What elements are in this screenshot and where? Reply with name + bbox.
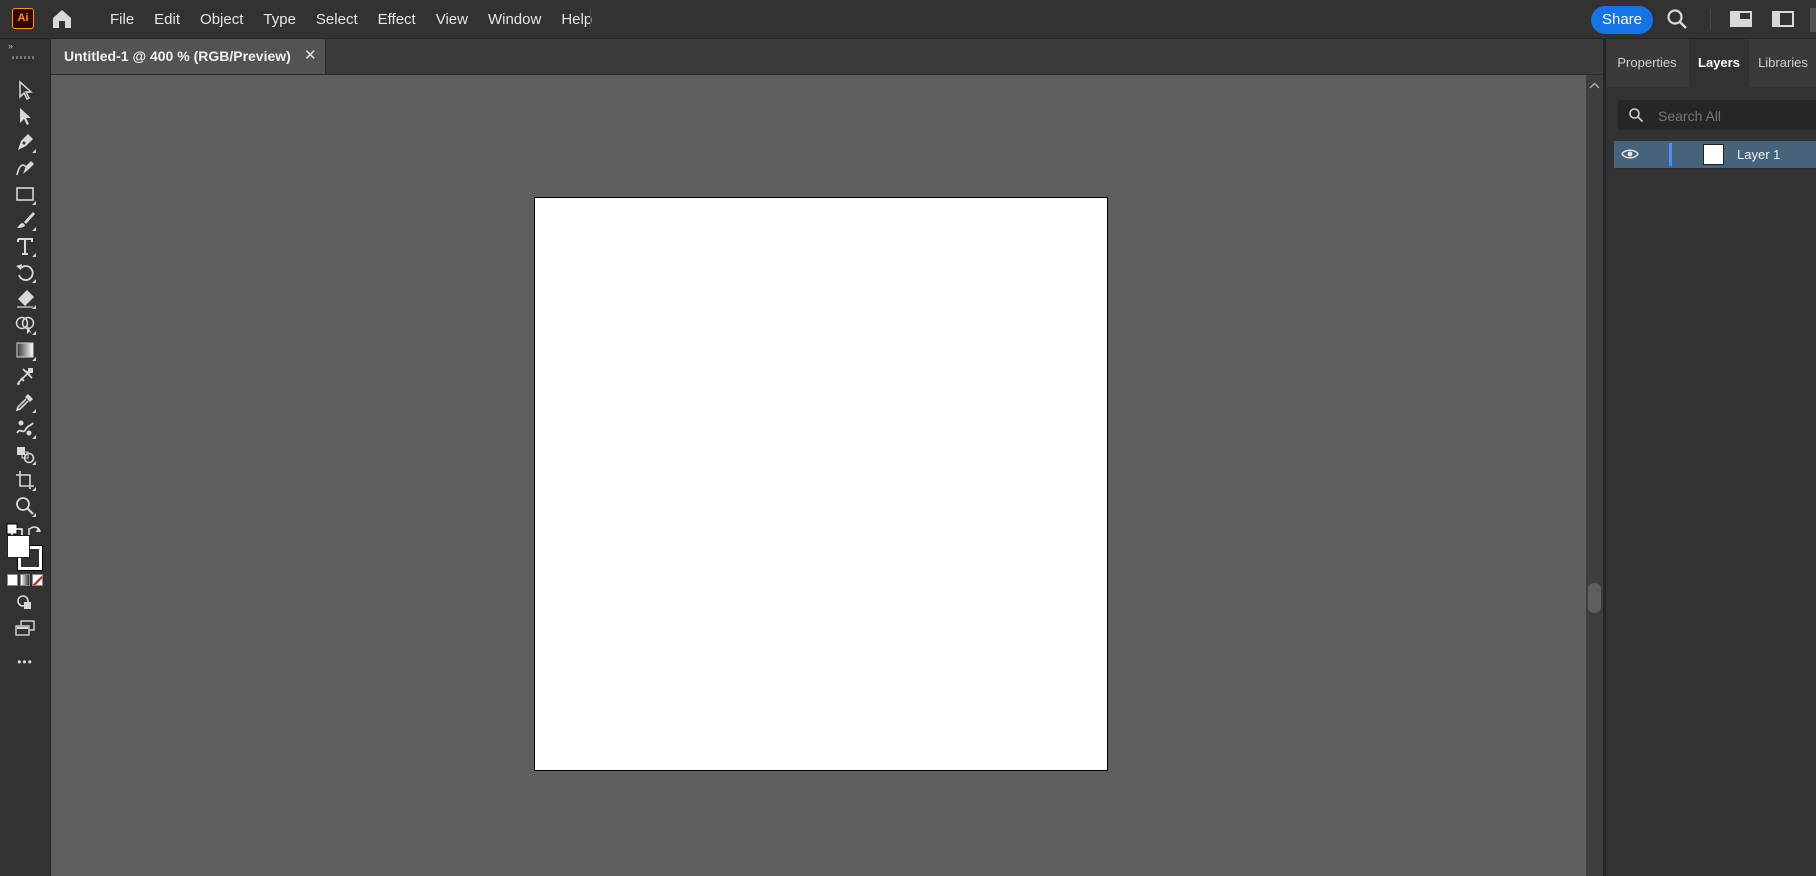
color-mode-buttons <box>7 574 44 586</box>
layers-search <box>1618 100 1816 130</box>
menu-help[interactable]: Help <box>551 11 602 28</box>
right-panel: Properties Layers Libraries Layer 1 <box>1606 39 1816 876</box>
tab-libraries[interactable]: Libraries <box>1750 39 1816 87</box>
drawing-modes-icon[interactable] <box>10 589 40 615</box>
type-tool-icon[interactable] <box>10 233 40 259</box>
vertical-scrollbar[interactable] <box>1586 75 1603 876</box>
paintbrush-tool-icon[interactable] <box>10 207 40 233</box>
canvas[interactable] <box>51 75 1586 876</box>
illustrator-logo-icon: Ai <box>12 8 34 29</box>
curvature-tool-icon[interactable] <box>10 155 40 181</box>
search-input[interactable] <box>1656 104 1810 128</box>
collapse-toolbar-icon[interactable]: ›› <box>8 41 13 51</box>
window-edge <box>1810 8 1816 32</box>
home-icon[interactable] <box>50 7 74 31</box>
arrange-documents-icon[interactable] <box>1730 10 1752 28</box>
menu-window[interactable]: Window <box>478 11 551 28</box>
menu-divider <box>590 9 591 29</box>
tab-properties[interactable]: Properties <box>1606 39 1688 87</box>
none-mode-icon[interactable] <box>32 574 44 586</box>
menu-bar: Ai File Edit Object Type Select Effect V… <box>0 0 1816 39</box>
gradient-tool-icon[interactable] <box>10 337 40 363</box>
menu-effect[interactable]: Effect <box>368 11 426 28</box>
menu-type[interactable]: Type <box>253 11 306 28</box>
search-icon[interactable] <box>1666 8 1688 30</box>
eraser-tool-icon[interactable] <box>10 285 40 311</box>
pen-tool-icon[interactable] <box>10 129 40 155</box>
menu-view[interactable]: View <box>426 11 478 28</box>
tab-layers[interactable]: Layers <box>1689 39 1749 87</box>
layer-name[interactable]: Layer 1 <box>1737 147 1780 162</box>
selection-tool-icon[interactable] <box>10 77 40 103</box>
toolbar-grip[interactable] <box>12 56 34 59</box>
document-tab-strip: Untitled-1 @ 400 % (RGB/Preview) ✕ <box>51 39 1603 75</box>
menu-select[interactable]: Select <box>306 11 368 28</box>
document-tab-title: Untitled-1 @ 400 % (RGB/Preview) <box>64 48 291 64</box>
menu-edit[interactable]: Edit <box>144 11 190 28</box>
toolbar-divider <box>1710 9 1711 29</box>
search-icon <box>1629 108 1644 123</box>
eyedropper-tool-icon[interactable] <box>10 389 40 415</box>
eye-icon[interactable] <box>1621 147 1639 161</box>
tools-panel: ›› ••• <box>0 39 51 876</box>
workspace-icon[interactable] <box>1772 10 1794 28</box>
zoom-tool-icon[interactable] <box>10 493 40 519</box>
share-button[interactable]: Share <box>1591 6 1653 34</box>
layer-thumbnail <box>1703 144 1724 165</box>
rectangle-tool-icon[interactable] <box>10 181 40 207</box>
scrollbar-thumb[interactable] <box>1588 583 1601 613</box>
artboard-tool-icon[interactable] <box>10 467 40 493</box>
color-mode-icon[interactable] <box>7 574 18 586</box>
blend-tool-icon[interactable] <box>10 441 40 467</box>
layer-row[interactable]: Layer 1 <box>1614 141 1816 168</box>
document-tab[interactable]: Untitled-1 @ 400 % (RGB/Preview) ✕ <box>51 39 326 74</box>
layer-divider <box>1614 168 1816 169</box>
panel-tabs: Properties Layers Libraries <box>1606 39 1816 87</box>
puppet-warp-tool-icon[interactable] <box>10 415 40 441</box>
fill-swatch[interactable] <box>7 535 30 558</box>
direct-selection-tool-icon[interactable] <box>10 103 40 129</box>
menu-object[interactable]: Object <box>190 11 253 28</box>
gradient-mode-icon[interactable] <box>19 574 31 586</box>
screen-mode-icon[interactable] <box>10 615 40 641</box>
layer-color-indicator <box>1669 143 1672 166</box>
main-menu: File Edit Object Type Select Effect View… <box>100 0 602 38</box>
edit-toolbar-icon[interactable]: ••• <box>10 649 40 675</box>
artboard[interactable] <box>534 197 1108 771</box>
rotate-tool-icon[interactable] <box>10 259 40 285</box>
fill-stroke-swatches[interactable] <box>6 535 44 571</box>
scroll-up-icon[interactable] <box>1589 81 1600 91</box>
close-icon[interactable]: ✕ <box>304 46 317 64</box>
shape-builder-tool-icon[interactable] <box>10 311 40 337</box>
menu-file[interactable]: File <box>100 11 144 28</box>
mesh-tool-icon[interactable] <box>10 363 40 389</box>
